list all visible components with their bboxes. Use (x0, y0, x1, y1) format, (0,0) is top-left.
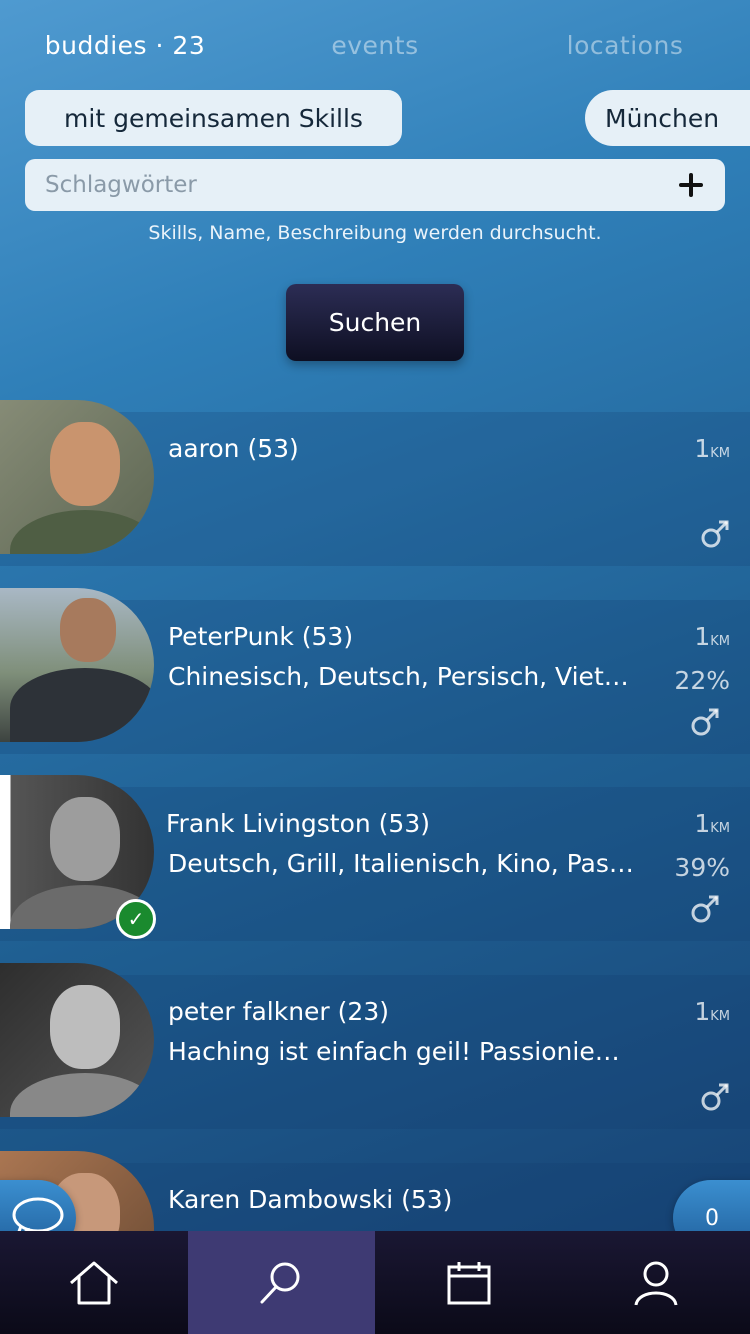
avatar[interactable] (0, 963, 154, 1117)
distance: 1KM (694, 434, 730, 463)
avatar[interactable] (0, 400, 154, 554)
buddy-name: Karen Dambowski (53) (168, 1185, 453, 1214)
bottom-nav (0, 1231, 750, 1334)
male-icon (701, 520, 729, 548)
buddy-row[interactable]: PeterPunk (53) Chinesisch, Deutsch, Pers… (0, 588, 750, 754)
tab-buddies[interactable]: buddies · 23 (0, 31, 250, 60)
home-icon (69, 1261, 118, 1304)
nav-search[interactable] (187, 1231, 375, 1334)
buddy-row[interactable]: ✓ Frank Livingston (53) Deutsch, Grill, … (0, 775, 750, 941)
nav-events[interactable] (375, 1231, 563, 1334)
keyword-input[interactable] (45, 172, 677, 198)
buddy-name: aaron (53) (168, 434, 299, 463)
keyword-search-box (25, 159, 725, 211)
skills-filter-button[interactable]: mit gemeinsamen Skills (25, 90, 402, 146)
buddy-row[interactable]: peter falkner (23) Haching ist einfach g… (0, 963, 750, 1129)
male-icon (691, 708, 719, 736)
match-percent: 39% (674, 853, 730, 882)
buddy-name: PeterPunk (53) (168, 622, 354, 651)
buddy-description: Haching ist einfach geil! Passionie… (168, 1037, 620, 1066)
verified-badge: ✓ (116, 899, 156, 939)
search-icon (260, 1262, 300, 1303)
search-hint: Skills, Name, Beschreibung werden durchs… (148, 222, 602, 244)
buddy-name: peter falkner (23) (168, 997, 389, 1026)
profile-icon (634, 1261, 678, 1305)
male-icon (691, 895, 719, 923)
nav-profile[interactable] (563, 1231, 750, 1334)
check-icon: ✓ (127, 907, 145, 931)
buddy-name: Frank Livingston (53) (166, 809, 430, 838)
search-button[interactable]: Suchen (286, 284, 464, 361)
calendar-icon (447, 1261, 491, 1304)
plus-icon[interactable] (677, 171, 705, 199)
distance: 1KM (694, 809, 730, 838)
buddy-skills: Deutsch, Grill, Italienisch, Kino, Pas… (168, 849, 634, 878)
male-icon (701, 1083, 729, 1111)
top-tabs: buddies · 23 events locations (0, 0, 750, 90)
match-percent: 22% (674, 666, 730, 695)
avatar[interactable] (0, 588, 154, 742)
nav-home[interactable] (0, 1231, 188, 1334)
distance: 1KM (694, 622, 730, 651)
tab-events[interactable]: events (250, 31, 500, 60)
buddy-row[interactable]: aaron (53) 1KM (0, 400, 750, 566)
buddy-row[interactable]: Karen Dambowski (53) (0, 1151, 750, 1231)
buddy-skills: Chinesisch, Deutsch, Persisch, Viet… (168, 662, 629, 691)
distance: 1KM (694, 997, 730, 1026)
city-filter-button[interactable]: München (585, 90, 750, 146)
tab-locations[interactable]: locations (500, 31, 750, 60)
